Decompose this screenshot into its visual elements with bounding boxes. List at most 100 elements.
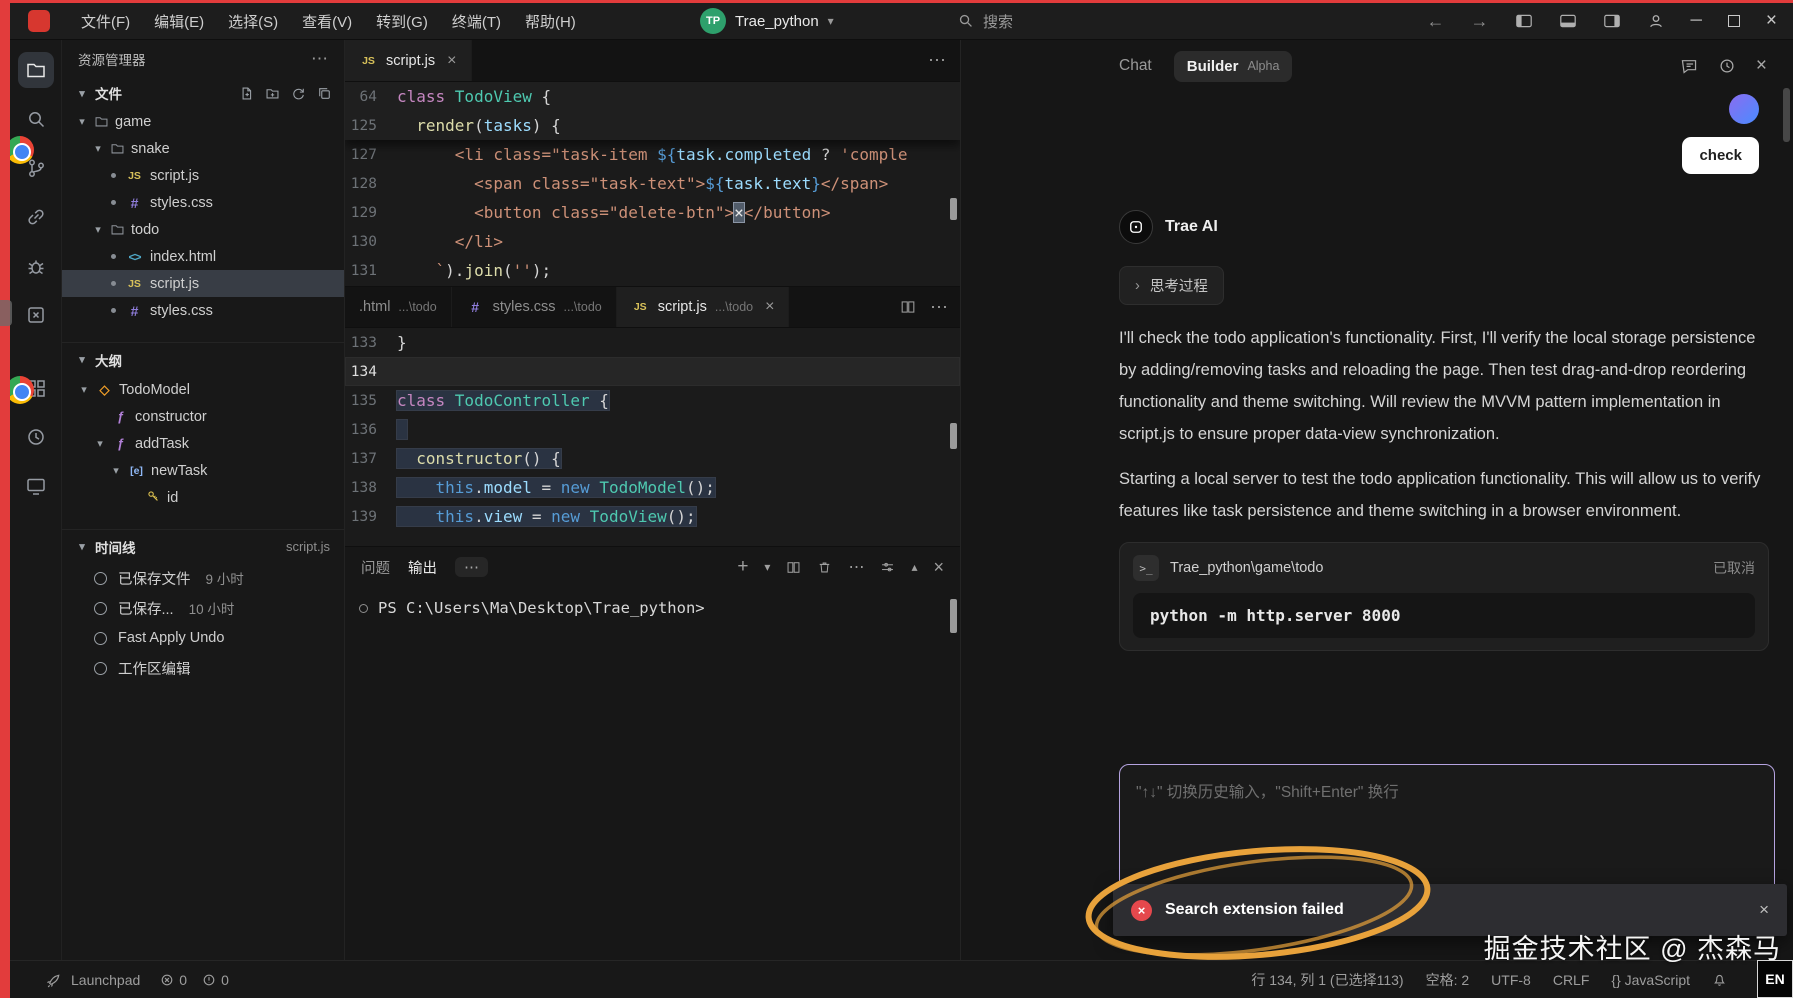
code-line-136[interactable]: 136 [345, 415, 960, 444]
outline-item-addTask[interactable]: ▾ƒaddTask [62, 430, 344, 457]
activitybar-history[interactable] [18, 419, 54, 455]
menu-item[interactable]: 终端(T) [441, 7, 512, 36]
problems-summary[interactable]: 0 0 [160, 972, 229, 988]
activitybar-debug[interactable] [18, 248, 54, 284]
tree-file-styles.css[interactable]: #styles.css [62, 297, 344, 324]
timeline-item[interactable]: 已保存文件9 小时 [62, 563, 344, 593]
collapse-all-icon[interactable] [317, 86, 332, 101]
history-icon[interactable] [1718, 57, 1736, 75]
account-icon[interactable] [1647, 12, 1665, 30]
menu-item[interactable]: 转到(G) [365, 7, 439, 36]
activitybar-explorer[interactable] [18, 52, 54, 88]
editor-tab-.html[interactable]: .html...\todo [345, 287, 452, 327]
code-line-128[interactable]: 128<span class="task-text">${task.text}<… [345, 169, 960, 198]
activitybar-remote[interactable] [18, 199, 54, 235]
activitybar-extensions[interactable] [18, 297, 54, 333]
code-line-133[interactable]: 133} [345, 328, 960, 357]
files-section-header[interactable]: ▾ 文件 [62, 78, 344, 108]
scrollbar-thumb[interactable] [950, 599, 957, 633]
close-panel-icon[interactable]: × [933, 557, 944, 578]
code-line-134[interactable]: 134 [345, 357, 960, 386]
new-terminal-icon[interactable]: + [737, 556, 748, 578]
outline-item-constructor[interactable]: ƒconstructor [62, 403, 344, 430]
code-line-137[interactable]: 137constructor() { [345, 444, 960, 473]
outline-item-id[interactable]: id [62, 484, 344, 511]
outline-item-TodoModel[interactable]: ▾◇TodoModel [62, 376, 344, 403]
code-line-127[interactable]: 127<li class="task-item ${task.completed… [345, 140, 960, 169]
menu-item[interactable]: 编辑(E) [143, 7, 215, 36]
code-line-130[interactable]: 130</li> [345, 227, 960, 256]
timeline-item[interactable]: 工作区编辑 [62, 653, 344, 683]
chevron-up-icon[interactable]: ▴ [911, 560, 917, 574]
new-file-icon[interactable] [239, 86, 254, 101]
new-folder-icon[interactable] [265, 86, 280, 101]
tree-file-index.html[interactable]: <>index.html [62, 243, 344, 270]
ime-indicator[interactable]: EN [1757, 960, 1793, 998]
menu-item[interactable]: 查看(V) [291, 7, 363, 36]
encoding[interactable]: UTF-8 [1491, 972, 1531, 988]
tree-folder-todo[interactable]: ▾todo [62, 216, 344, 243]
outline-item-newTask[interactable]: ▾[e]newTask [62, 457, 344, 484]
trash-icon[interactable] [817, 560, 832, 575]
project-switcher[interactable]: TP Trae_python ▾ [700, 8, 834, 34]
activitybar-search[interactable] [18, 101, 54, 137]
minimize-button[interactable]: ─ [1691, 12, 1702, 30]
new-chat-icon[interactable] [1680, 57, 1698, 75]
close-toast-icon[interactable]: × [1759, 900, 1769, 920]
code-line-131[interactable]: 131`).join(''); [345, 256, 960, 285]
code-line-138[interactable]: 138this.model = new TodoModel(); [345, 473, 960, 502]
thinking-process-toggle[interactable]: › 思考过程 [1119, 266, 1224, 305]
code-line-135[interactable]: 135class TodoController { [345, 386, 960, 415]
tree-folder-game[interactable]: ▾game [62, 108, 344, 135]
code-line-139[interactable]: 139this.view = new TodoView(); [345, 502, 960, 531]
code-line-129[interactable]: 129<button class="delete-btn">×</button> [345, 198, 960, 227]
split-terminal-icon[interactable] [786, 560, 801, 575]
scrollbar-thumb[interactable] [1783, 88, 1790, 142]
launchpad-button[interactable]: Launchpad [10, 972, 140, 988]
editor-tab-script.js[interactable]: JSscript.js...\todo× [617, 287, 790, 327]
more-icon[interactable]: ⋯ [311, 49, 328, 69]
terminal-dropdown-icon[interactable]: ▾ [764, 560, 770, 574]
more-icon[interactable]: ⋯ [928, 50, 946, 71]
tab-chat[interactable]: Chat [1119, 57, 1152, 75]
maximize-button[interactable] [1728, 15, 1740, 27]
tab-builder[interactable]: Builder Alpha [1174, 51, 1293, 82]
close-chat-icon[interactable]: × [1756, 55, 1767, 77]
filter-sliders-icon[interactable] [880, 560, 895, 575]
editor-bottom[interactable]: 133}134135class TodoController {136 137c… [345, 328, 960, 546]
tree-folder-snake[interactable]: ▾snake [62, 135, 344, 162]
more-icon[interactable]: ⋯ [455, 557, 488, 577]
close-window-button[interactable]: × [1766, 10, 1777, 32]
close-icon[interactable]: × [447, 52, 456, 70]
split-editor-icon[interactable] [900, 299, 916, 315]
panel-tab-output[interactable]: 输出 [408, 557, 437, 578]
command-text[interactable]: python -m http.server 8000 [1133, 593, 1755, 638]
forward-icon[interactable]: → [1471, 11, 1489, 32]
menu-item[interactable]: 选择(S) [217, 7, 289, 36]
more-icon[interactable]: ⋯ [848, 557, 864, 577]
editor-tab-styles.css[interactable]: #styles.css...\todo [452, 287, 617, 327]
scrollbar-thumb[interactable] [950, 198, 957, 220]
terminal-output[interactable]: PS C:\Users\Ma\Desktop\Trae_python> [345, 587, 960, 960]
outline-section-header[interactable]: ▾ 大纲 [62, 342, 344, 376]
menu-item[interactable]: 帮助(H) [514, 7, 587, 36]
editor-top[interactable]: 64class TodoView {125render(tasks) { 127… [345, 82, 960, 286]
menu-item[interactable]: 文件(F) [70, 7, 141, 36]
toggle-left-sidebar-icon[interactable] [1515, 13, 1533, 29]
refresh-icon[interactable] [291, 86, 306, 101]
tree-file-script.js[interactable]: JSscript.js [62, 162, 344, 189]
toggle-panel-icon[interactable] [1559, 13, 1577, 29]
indentation[interactable]: 空格: 2 [1426, 970, 1470, 990]
toggle-right-sidebar-icon[interactable] [1603, 13, 1621, 29]
bell-icon[interactable] [1712, 972, 1727, 987]
cursor-position[interactable]: 行 134, 列 1 (已选择113) [1251, 970, 1403, 990]
back-icon[interactable]: ← [1427, 11, 1445, 32]
eol-sequence[interactable]: CRLF [1553, 972, 1590, 988]
editor-tab-scriptjs[interactable]: JS script.js × [345, 40, 472, 81]
app-logo[interactable] [28, 10, 50, 32]
chat-input[interactable] [1136, 780, 1758, 886]
code-line-125[interactable]: 125render(tasks) { [345, 111, 960, 140]
global-search[interactable]: 搜索 [958, 11, 1013, 32]
timeline-item[interactable]: 已保存...10 小时 [62, 593, 344, 623]
panel-tab-problems[interactable]: 问题 [361, 557, 390, 578]
